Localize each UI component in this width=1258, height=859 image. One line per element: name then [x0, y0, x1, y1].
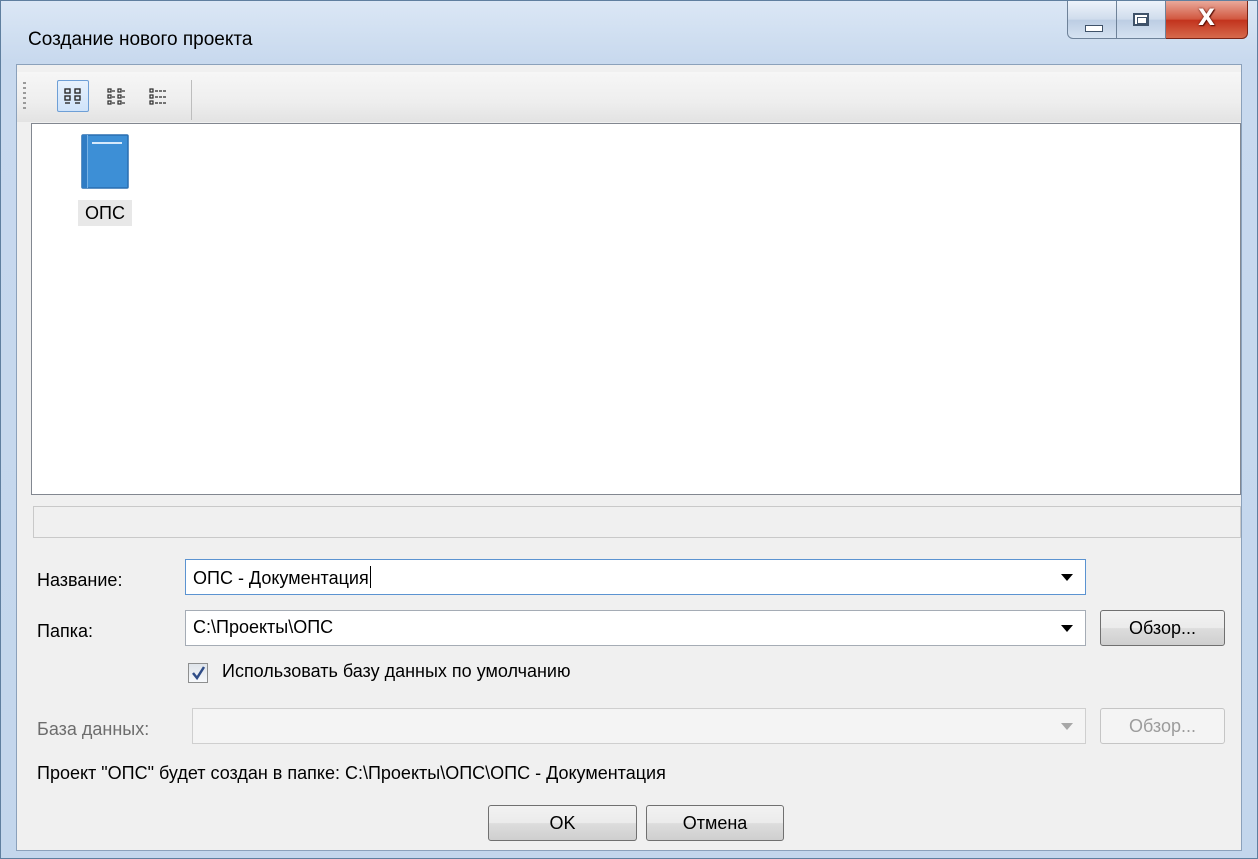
- book-icon: [81, 134, 129, 189]
- title-bar[interactable]: Создание нового проекта X: [1, 1, 1257, 65]
- toolbar-separator: [191, 80, 192, 120]
- small-icons-view-icon: [107, 88, 125, 105]
- use-default-db-checkbox[interactable]: [188, 663, 208, 683]
- large-icons-view-icon: [64, 88, 81, 104]
- folder-combobox[interactable]: C:\Проекты\ОПС: [185, 610, 1086, 646]
- toolbar-grip[interactable]: [23, 82, 26, 112]
- view-list-button[interactable]: [143, 80, 175, 112]
- project-name-combobox[interactable]: ОПС - Документация: [185, 559, 1086, 595]
- folder-label: Папка:: [37, 621, 93, 641]
- ok-button[interactable]: OK: [488, 805, 637, 841]
- folder-value: C:\Проекты\ОПС: [193, 617, 334, 637]
- close-button[interactable]: X: [1166, 1, 1248, 39]
- maximize-icon: [1133, 13, 1149, 26]
- text-caret: [369, 566, 371, 588]
- folder-browse-button[interactable]: Обзор...: [1100, 610, 1225, 646]
- name-label: Название:: [37, 570, 123, 590]
- list-view-icon: [149, 88, 167, 105]
- view-small-icons-button[interactable]: [101, 80, 133, 112]
- project-template-list[interactable]: [31, 123, 1241, 495]
- view-toolbar: [17, 72, 1241, 122]
- template-item-label: ОПС: [78, 200, 132, 226]
- cancel-button[interactable]: Отмена: [646, 805, 784, 841]
- maximize-button[interactable]: [1117, 1, 1166, 39]
- database-label: База данных:: [37, 719, 150, 739]
- close-icon: X: [1198, 6, 1215, 31]
- use-default-db-label[interactable]: Использовать базу данных по умолчанию: [222, 661, 570, 682]
- project-name-value: ОПС - Документация: [193, 568, 369, 588]
- chevron-down-icon: [1061, 723, 1073, 730]
- chevron-down-icon[interactable]: [1061, 625, 1073, 632]
- database-browse-button[interactable]: Обзор...: [1100, 708, 1225, 744]
- checkmark-icon: [192, 666, 206, 681]
- database-combobox[interactable]: [192, 708, 1086, 744]
- project-path-info: Проект "ОПС" будет создан в папке: C:\Пр…: [37, 763, 666, 783]
- caption-buttons: X: [1067, 1, 1248, 41]
- view-large-icons-button[interactable]: [57, 80, 89, 112]
- minimize-button[interactable]: [1067, 1, 1117, 39]
- minimize-icon: [1085, 25, 1103, 32]
- chevron-down-icon[interactable]: [1061, 574, 1073, 581]
- window-title: Создание нового проекта: [28, 29, 253, 50]
- template-description-bar: [33, 506, 1241, 538]
